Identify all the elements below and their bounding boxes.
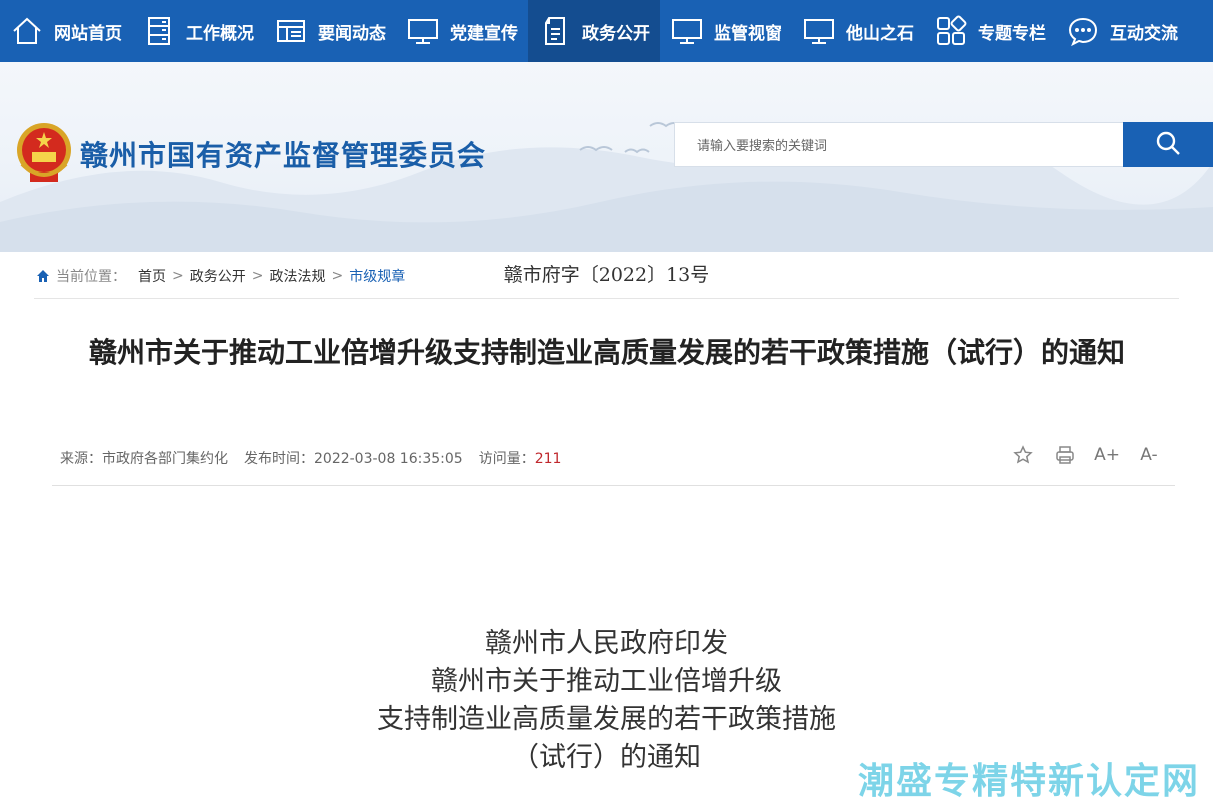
nav-label: 要闻动态	[318, 23, 386, 44]
national-emblem-logo	[12, 120, 76, 186]
print-icon[interactable]	[1054, 444, 1076, 466]
article-title: 赣州市关于推动工业倍增升级支持制造业高质量发展的若干政策措施（试行）的通知	[88, 336, 1125, 369]
nav-item-other-stones[interactable]: 他山之石	[792, 0, 924, 62]
date-value: 2022-03-08 16:35:05	[314, 451, 463, 467]
article-meta: 来源：市政府各部门集约化 发布时间：2022-03-08 16:35:05 访问…	[60, 448, 561, 468]
heading-line: 赣州市关于推动工业倍增升级	[431, 666, 782, 697]
nav-label: 工作概况	[186, 23, 254, 44]
nav-item-home[interactable]: 网站首页	[0, 0, 132, 62]
news-icon	[274, 14, 308, 48]
document-number: 赣市府字〔2022〕13号	[503, 264, 710, 286]
nav-label: 网站首页	[54, 23, 122, 44]
search-button[interactable]	[1123, 122, 1213, 167]
font-increase-icon[interactable]: A+	[1094, 444, 1120, 466]
font-decrease-icon[interactable]: A-	[1138, 444, 1160, 466]
monitor-icon	[802, 14, 836, 48]
watermark: 潮盛专精特新认定网	[858, 761, 1201, 802]
meta-views: 访问量：211	[479, 448, 562, 468]
nav-item-interaction[interactable]: 互动交流	[1056, 0, 1188, 62]
nav-item-gov-affairs[interactable]: 政务公开	[528, 0, 660, 62]
home-icon	[10, 14, 44, 48]
heading-line: 支持制造业高质量发展的若干政策措施	[377, 704, 836, 735]
nav-item-topics[interactable]: 专题专栏	[924, 0, 1056, 62]
search-icon	[1154, 129, 1182, 161]
divider	[52, 485, 1175, 486]
source-label: 来源：	[60, 451, 102, 467]
nav-label: 党建宣传	[450, 23, 518, 44]
source-value: 市政府各部门集约化	[102, 451, 228, 467]
date-label: 发布时间：	[244, 451, 314, 467]
nav-label: 监管视窗	[714, 23, 782, 44]
heading-line: 赣州市人民政府印发	[485, 628, 728, 659]
search-input[interactable]: 请输入要搜索的关键词	[674, 122, 1124, 167]
document-icon	[538, 14, 572, 48]
divider	[34, 298, 1179, 299]
nav-label: 他山之石	[846, 23, 914, 44]
header-banner: 赣州市国有资产监督管理委员会 请输入要搜索的关键词	[0, 62, 1213, 252]
chat-icon	[1066, 14, 1100, 48]
article-tools: A+ A-	[1012, 444, 1160, 466]
nav-label: 专题专栏	[978, 23, 1046, 44]
site-title: 赣州市国有资产监督管理委员会	[80, 139, 487, 172]
main-nav: 网站首页 工作概况 要闻动态 党建宣传 政务公开 监管视窗 他山之石 专题专栏 …	[0, 0, 1213, 62]
cabinet-icon	[142, 14, 176, 48]
meta-date: 发布时间：2022-03-08 16:35:05	[244, 448, 463, 468]
nav-item-supervision[interactable]: 监管视窗	[660, 0, 792, 62]
grid-icon	[934, 14, 968, 48]
views-count: 211	[534, 451, 562, 467]
star-icon[interactable]	[1012, 444, 1034, 466]
nav-item-work-overview[interactable]: 工作概况	[132, 0, 264, 62]
views-label: 访问量：	[478, 451, 535, 467]
nav-item-party[interactable]: 党建宣传	[396, 0, 528, 62]
search-placeholder: 请输入要搜索的关键词	[697, 139, 828, 154]
meta-source: 来源：市政府各部门集约化	[60, 448, 228, 468]
monitor-icon	[670, 14, 704, 48]
nav-label: 政务公开	[582, 23, 650, 44]
nav-label: 互动交流	[1110, 23, 1178, 44]
nav-item-news[interactable]: 要闻动态	[264, 0, 396, 62]
monitor-icon	[406, 14, 440, 48]
